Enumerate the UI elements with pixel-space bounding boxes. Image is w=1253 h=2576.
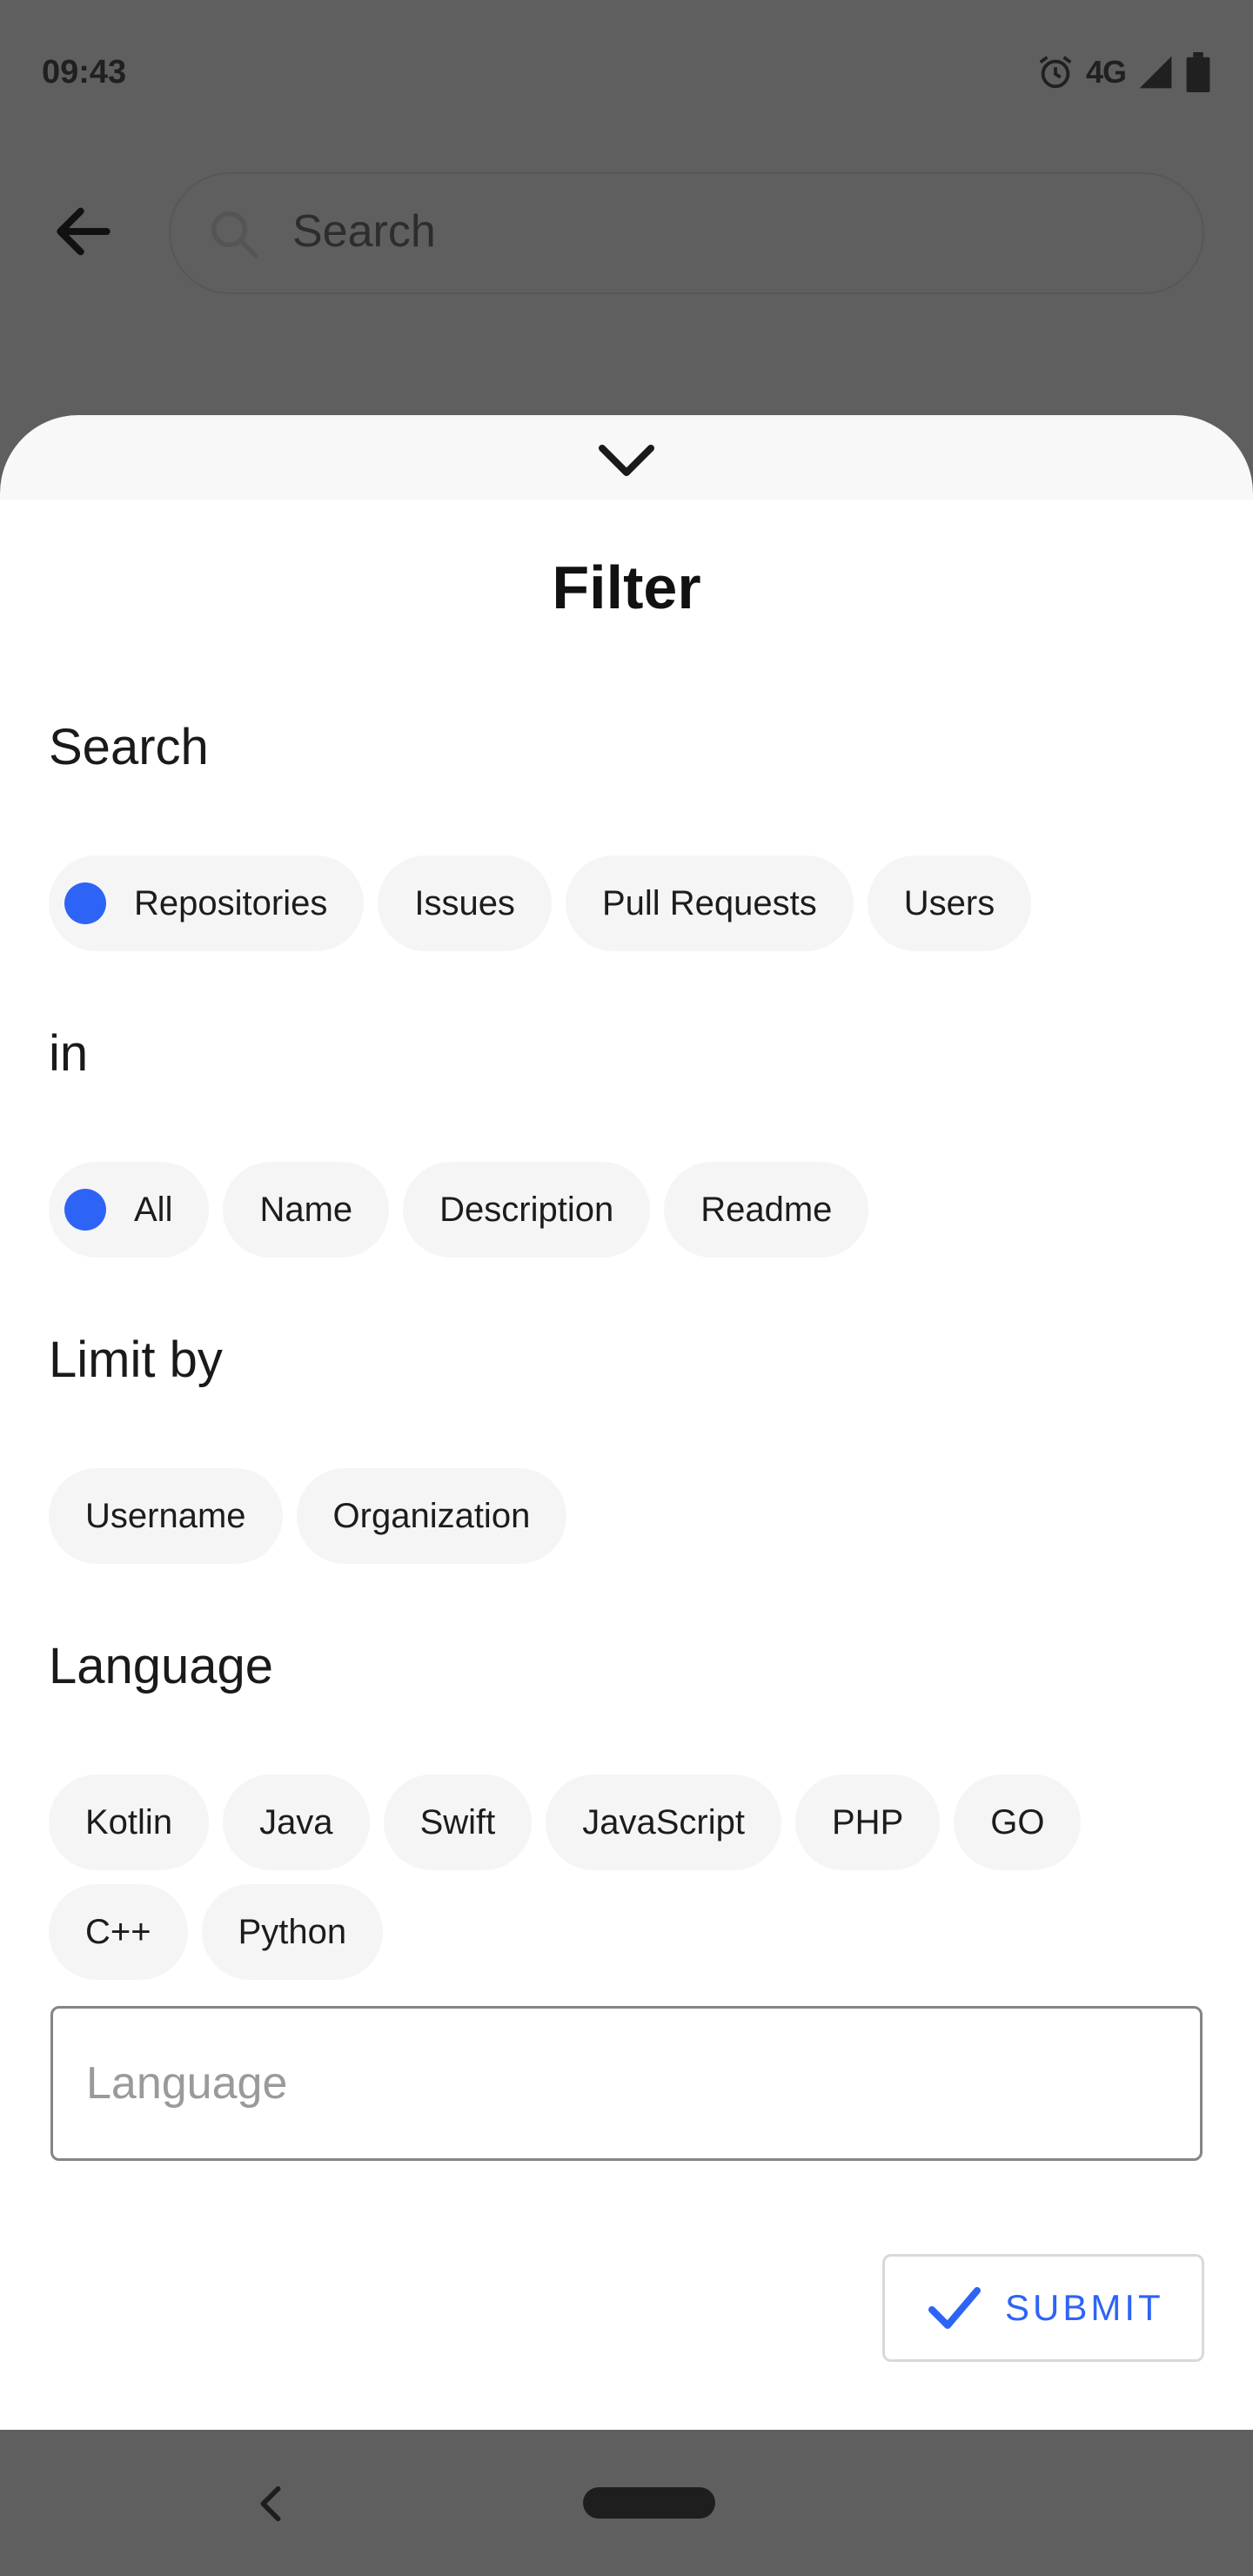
chip-label: Username: [85, 1496, 246, 1535]
section-label-search: Search: [49, 719, 209, 775]
section-label-limit-by: Limit by: [49, 1332, 223, 1388]
chip-cpp[interactable]: C++: [49, 1884, 188, 1980]
chip-label: JavaScript: [582, 1802, 745, 1841]
chip-organization[interactable]: Organization: [296, 1468, 567, 1564]
nav-home-pill[interactable]: [583, 2487, 715, 2519]
chip-label: GO: [990, 1802, 1045, 1841]
filter-sheet: Filter Search Repositories Issues Pull R…: [0, 500, 1253, 2430]
selected-indicator-icon: [64, 1189, 106, 1231]
search-placeholder: Search: [292, 206, 436, 257]
chip-label: Issues: [414, 883, 515, 922]
sheet-handle[interactable]: [0, 415, 1253, 502]
chip-all[interactable]: All: [49, 1162, 210, 1258]
chip-python[interactable]: Python: [201, 1884, 384, 1980]
submit-label: SUBMIT: [1005, 2287, 1164, 2328]
chip-label: Organization: [332, 1496, 531, 1535]
selected-indicator-icon: [64, 882, 106, 924]
chip-label: Description: [439, 1190, 614, 1229]
chip-label: All: [134, 1190, 173, 1229]
chip-username[interactable]: Username: [49, 1468, 283, 1564]
search-icon: [211, 211, 258, 258]
language-input[interactable]: [84, 2043, 1132, 2123]
chip-go[interactable]: GO: [954, 1774, 1082, 1870]
back-arrow-icon[interactable]: [49, 197, 118, 266]
chip-kotlin[interactable]: Kotlin: [49, 1774, 210, 1870]
chip-group-search: Repositories Issues Pull Requests Users: [49, 855, 1032, 951]
chip-issues[interactable]: Issues: [378, 855, 552, 951]
chip-group-language-row2: C++ Python: [49, 1884, 384, 1980]
chip-label: Swift: [419, 1802, 496, 1841]
chip-label: Readme: [700, 1190, 833, 1229]
status-icons: 4G: [1035, 52, 1211, 92]
battery-icon: [1186, 52, 1210, 92]
chip-group-language-row1: Kotlin Java Swift JavaScript PHP GO: [49, 1774, 1082, 1870]
chip-repositories[interactable]: Repositories: [49, 855, 365, 951]
chip-group-in: All Name Description Readme: [49, 1162, 869, 1258]
chip-label: Python: [238, 1912, 347, 1951]
chip-label: Name: [259, 1190, 353, 1229]
chip-label: Pull Requests: [601, 883, 817, 922]
chip-group-limit-by: Username Organization: [49, 1468, 567, 1564]
chip-name[interactable]: Name: [223, 1162, 390, 1258]
language-field[interactable]: [50, 2006, 1203, 2161]
chip-label: Kotlin: [85, 1802, 173, 1841]
sheet-title: Filter: [552, 553, 701, 621]
chip-label: C++: [85, 1912, 151, 1951]
nav-back-icon[interactable]: [254, 2484, 285, 2524]
chip-label: PHP: [832, 1802, 904, 1841]
chip-label: Repositories: [134, 883, 328, 922]
chip-description[interactable]: Description: [403, 1162, 651, 1258]
network-type: 4G: [1085, 54, 1127, 90]
chip-label: Java: [259, 1802, 333, 1841]
chip-swift[interactable]: Swift: [383, 1774, 533, 1870]
check-icon: [928, 2287, 981, 2329]
status-bar: 09:43 4G: [0, 0, 1253, 150]
status-time: 09:43: [42, 54, 127, 91]
chip-users[interactable]: Users: [867, 855, 1032, 951]
chip-label: Users: [903, 883, 995, 922]
chip-php[interactable]: PHP: [795, 1774, 941, 1870]
search-bar[interactable]: Search: [169, 172, 1204, 294]
section-label-in: in: [49, 1025, 89, 1082]
chip-pull-requests[interactable]: Pull Requests: [565, 855, 854, 951]
chevron-down-icon[interactable]: [595, 439, 658, 483]
navigation-bar: [0, 2430, 1253, 2576]
chip-java[interactable]: Java: [223, 1774, 370, 1870]
signal-icon: [1139, 56, 1172, 89]
chip-javascript[interactable]: JavaScript: [546, 1774, 781, 1870]
alarm-icon: [1039, 56, 1072, 89]
section-label-language: Language: [49, 1638, 274, 1694]
chip-readme[interactable]: Readme: [664, 1162, 869, 1258]
submit-button[interactable]: SUBMIT: [882, 2254, 1204, 2362]
